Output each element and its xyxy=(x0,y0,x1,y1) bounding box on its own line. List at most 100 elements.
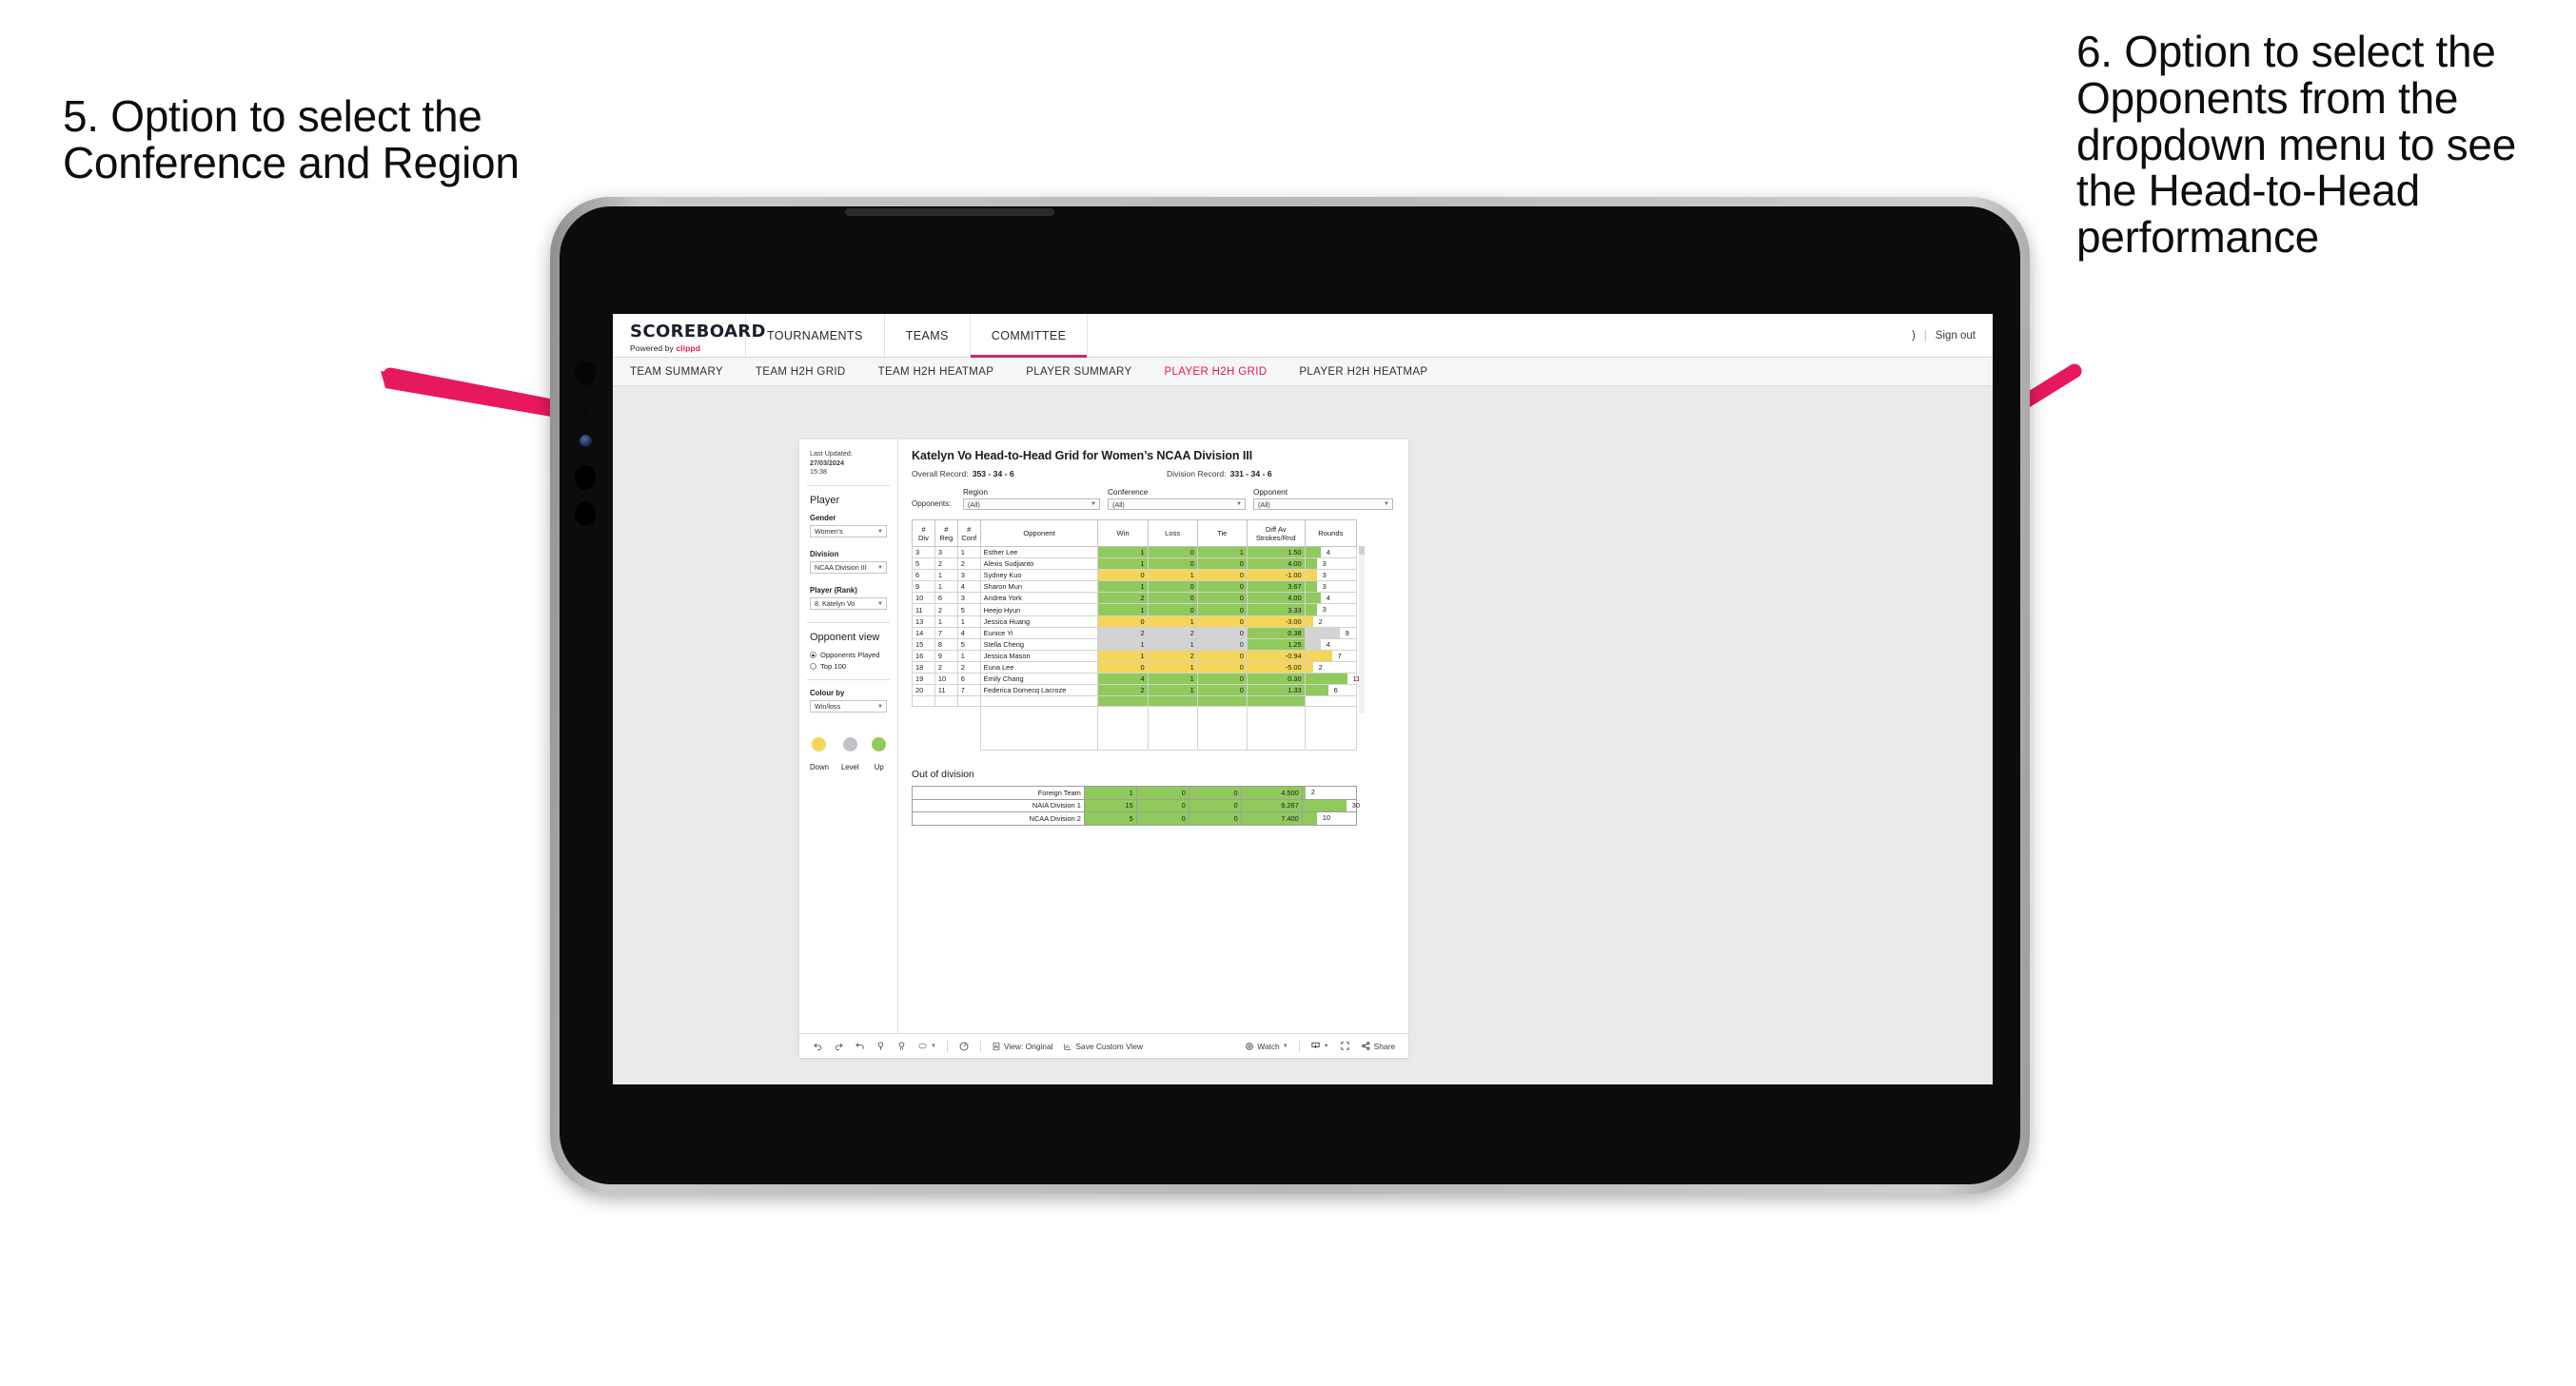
tablet-speaker-notch xyxy=(845,208,1054,216)
cell-reg: 3 xyxy=(934,545,958,559)
save-custom-view-button[interactable]: Save Custom View xyxy=(1063,1042,1143,1051)
filter-group-region: Region (All) ▼ xyxy=(963,488,1100,510)
table-row[interactable]: 3 3 1 Esther Lee 1 0 1 1.50 4 xyxy=(912,545,1358,559)
table-row[interactable]: 5 2 2 Alexis Sudjianto 1 0 0 4.00 3 xyxy=(912,557,1358,571)
legend-swatch-up xyxy=(872,737,887,752)
logo-powered-by: Powered by xyxy=(630,343,674,353)
cell-loss: 1 xyxy=(1147,673,1198,686)
table-row[interactable]: 10 6 3 Andrea York 2 0 0 4.00 4 xyxy=(912,592,1358,605)
cell-loss: 0 xyxy=(1147,592,1198,605)
radio-opponents-played[interactable]: Opponents Played xyxy=(810,651,887,659)
pan-icon[interactable]: ▼ xyxy=(917,1041,936,1051)
opponent-filters: Opponents: Region (All) ▼ Conference (Al… xyxy=(912,488,1395,510)
subnav-item-player-h2h-heatmap[interactable]: PLAYER H2H HEATMAP xyxy=(1299,366,1427,378)
fullscreen-icon[interactable] xyxy=(1340,1041,1350,1051)
cell-loss: 1 xyxy=(1147,637,1198,651)
subnav-item-team-h2h-grid[interactable]: TEAM H2H GRID xyxy=(756,366,846,378)
table-row[interactable]: 9 1 4 Sharon Mun 1 0 0 3.67 3 xyxy=(912,580,1358,594)
subnav-item-team-summary[interactable]: TEAM SUMMARY xyxy=(630,366,723,378)
opponent-dropdown[interactable]: (All) ▼ xyxy=(1253,498,1393,510)
topnav-item-tournaments[interactable]: TOURNAMENTS xyxy=(746,314,885,357)
refresh-icon[interactable] xyxy=(875,1041,886,1051)
table-row[interactable]: 13 1 1 Jessica Huang 0 1 0 -3.00 2 xyxy=(912,615,1358,628)
scrollbar-thumb[interactable] xyxy=(1359,546,1365,555)
cell-loss: 0 xyxy=(1147,603,1198,616)
division-select[interactable]: NCAA Division III ▼ xyxy=(810,561,887,575)
app-logo[interactable]: SCOREBOARD Powered by clippd xyxy=(613,314,766,357)
cell-win: 1 xyxy=(1097,545,1149,559)
redo-icon[interactable] xyxy=(834,1041,844,1051)
cell-reg: 7 xyxy=(934,626,958,639)
share-button[interactable]: Share xyxy=(1361,1041,1395,1051)
cell-rounds: 2 xyxy=(1301,786,1358,800)
chevron-down-icon: ▼ xyxy=(1323,1043,1329,1049)
cell-rounds: 3 xyxy=(1304,569,1358,582)
revert-icon[interactable] xyxy=(855,1041,865,1051)
grid-vertical-scrollbar[interactable] xyxy=(1359,546,1365,713)
table-row[interactable]: 11 2 5 Heejo Hyun 1 0 0 3.33 3 xyxy=(912,603,1358,616)
cell-conf: 4 xyxy=(956,626,981,639)
chevron-down-icon: ▼ xyxy=(877,528,883,535)
table-row[interactable]: 20 11 7 Federica Domecq Lacroze 2 1 0 1.33 6 xyxy=(912,684,1358,697)
out-of-division-row[interactable]: NCAA Division 2 5 0 0 7.400 10 xyxy=(912,811,1358,826)
sign-out-link[interactable]: Sign out xyxy=(1936,330,1976,342)
view-original-button[interactable]: View: Original xyxy=(992,1042,1052,1051)
dashboard-sheet: Last Updated: 27/03/2024 15:38 Player Ge… xyxy=(799,439,1408,1058)
out-of-division-table: Foreign Team 1 0 0 4.500 2 NAIA Division 1 15 0 0… xyxy=(912,786,1360,826)
grid-empty-conf xyxy=(957,707,980,751)
undo-icon[interactable] xyxy=(813,1041,823,1051)
col-header-diff: Diff Av Strokes/Rnd xyxy=(1246,519,1306,547)
cell-diff: -1.00 xyxy=(1246,569,1306,582)
conference-dropdown[interactable]: (All) ▼ xyxy=(1108,498,1246,510)
cell-reg xyxy=(934,695,958,708)
cell-rounds: 7 xyxy=(1304,649,1358,662)
table-row[interactable]: 15 8 5 Stella Cheng 1 1 0 1.25 4 xyxy=(912,637,1358,651)
topnav-item-teams[interactable]: TEAMS xyxy=(885,314,971,357)
table-row[interactable]: 16 9 1 Jessica Mason 1 2 0 -0.94 7 xyxy=(912,649,1358,662)
chevron-down-icon: ▼ xyxy=(877,600,883,607)
cell-opponent xyxy=(979,695,1099,708)
watch-button[interactable]: Watch ▼ xyxy=(1245,1042,1288,1051)
rounds-bar xyxy=(1305,685,1328,696)
cell-win: 1 xyxy=(1097,603,1149,616)
cell-conf: 1 xyxy=(956,649,981,662)
subnav-item-team-h2h-heatmap[interactable]: TEAM H2H HEATMAP xyxy=(878,366,994,378)
cell-rounds: 3 xyxy=(1304,603,1358,616)
sheet-body: Last Updated: 27/03/2024 15:38 Player Ge… xyxy=(799,439,1408,1033)
dashboard-main-panel: Katelyn Vo Head-to-Head Grid for Women’s… xyxy=(898,439,1408,1033)
radio-top-100[interactable]: Top 100 xyxy=(810,662,887,671)
cell-diff: 1.33 xyxy=(1246,684,1306,697)
logo-tagline: Powered by clippd xyxy=(630,343,745,353)
subnav-item-player-h2h-grid[interactable]: PLAYER H2H GRID xyxy=(1164,366,1267,378)
cell-div xyxy=(912,695,935,708)
rounds-bar xyxy=(1305,627,1340,638)
table-row[interactable]: 18 2 2 Euna Lee 0 1 0 -5.00 2 xyxy=(912,660,1358,674)
rounds-value: 30 xyxy=(1351,800,1360,810)
toolbar-divider-1 xyxy=(946,1040,948,1052)
rounds-bar xyxy=(1305,615,1313,627)
region-dropdown[interactable]: (All) ▼ xyxy=(963,498,1100,510)
opponent-value: (All) xyxy=(1258,499,1270,509)
out-of-division-row[interactable]: NAIA Division 1 15 0 0 9.267 30 xyxy=(912,798,1360,813)
legend-caption-up: Up xyxy=(874,763,884,772)
rounds-value: 6 xyxy=(1333,686,1338,695)
col-header-win: Win xyxy=(1097,519,1149,547)
out-of-division-row[interactable]: Foreign Team 1 0 0 4.500 2 xyxy=(912,786,1358,800)
table-row[interactable]: 6 1 3 Sydney Kuo 0 1 0 -1.00 3 xyxy=(912,569,1358,582)
last-updated-label: Last Updated: xyxy=(810,449,853,458)
highlight-icon[interactable] xyxy=(958,1041,970,1052)
cell-tie: 0 xyxy=(1188,811,1242,826)
gender-select[interactable]: Women’s ▼ xyxy=(810,525,887,538)
cell-rounds: 30 xyxy=(1301,798,1360,813)
pause-refresh-icon[interactable] xyxy=(896,1041,907,1051)
topnav-item-committee[interactable]: COMMITTEE xyxy=(970,314,1089,358)
table-row[interactable]: 19 10 6 Emily Chang 4 1 0 0.30 11 xyxy=(912,673,1360,686)
rounds-value: 3 xyxy=(1322,582,1327,592)
subnav-item-player-summary[interactable]: PLAYER SUMMARY xyxy=(1026,366,1131,378)
conference-value: (All) xyxy=(1112,499,1125,509)
out-of-division-body: Foreign Team 1 0 0 4.500 2 NAIA Division 1 15 0 0… xyxy=(912,786,1360,826)
player-rank-select[interactable]: 8. Katelyn Vo ▼ xyxy=(810,597,887,611)
colour-by-select[interactable]: Win/loss ▼ xyxy=(810,700,887,713)
table-row[interactable]: 14 7 4 Eunice Yi 2 2 0 0.38 9 xyxy=(912,626,1358,639)
download-button[interactable]: ▼ xyxy=(1310,1041,1329,1051)
